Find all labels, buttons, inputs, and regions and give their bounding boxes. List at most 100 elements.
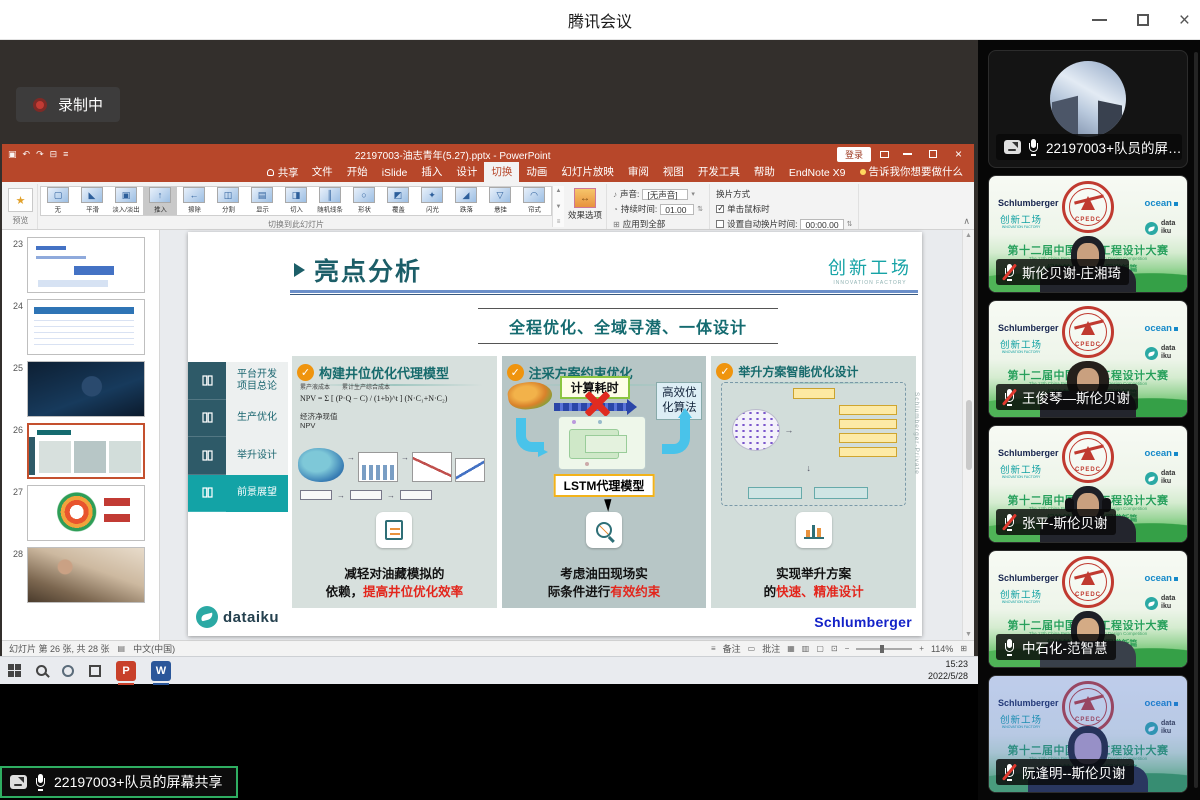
slide-thumbnail[interactable]: 28 bbox=[2, 544, 159, 606]
participant-tile[interactable]: Schlumberger 创新工场INNOVATION FACTORY CPED… bbox=[988, 550, 1188, 668]
thumbnail-preview[interactable] bbox=[27, 299, 145, 355]
screen-share-banner[interactable]: 22197003+队员的屏幕共享 bbox=[0, 766, 238, 798]
participant-tile[interactable]: Schlumberger 创新工场INNOVATION FACTORY CPED… bbox=[988, 675, 1188, 793]
thumbnail-preview[interactable] bbox=[27, 237, 145, 293]
zoom-out-icon[interactable]: − bbox=[845, 644, 850, 653]
thumbnail-preview[interactable] bbox=[27, 547, 145, 603]
ppt-close-icon[interactable] bbox=[949, 147, 968, 161]
comments-toggle[interactable]: 批注 bbox=[762, 642, 780, 655]
slide-scrollbar[interactable]: ▲▼ bbox=[962, 230, 974, 640]
word-taskbar-icon[interactable]: W bbox=[151, 661, 171, 681]
language-indicator[interactable]: 中文(中国) bbox=[133, 642, 175, 655]
transition-option[interactable]: ○ 形状 bbox=[347, 187, 381, 215]
ribbon-tab[interactable]: 视图 bbox=[656, 162, 691, 182]
transition-option[interactable]: ║ 随机线条 bbox=[313, 187, 347, 215]
quick-access-toolbar[interactable]: ▣ ↶ ↷ ⊟ ≡ bbox=[8, 149, 68, 160]
taskbar-search-icon[interactable] bbox=[36, 665, 47, 676]
transition-option[interactable]: ◩ 覆盖 bbox=[381, 187, 415, 215]
slide-thumbnail[interactable]: 27 bbox=[2, 482, 159, 544]
maximize-icon[interactable] bbox=[1137, 14, 1149, 26]
transition-option[interactable]: ↑ 推入 bbox=[143, 187, 177, 215]
current-slide[interactable]: 平台开发项目总论 生产优化 bbox=[188, 232, 922, 636]
effect-options-label[interactable]: 效果选项 bbox=[568, 209, 602, 221]
qat-icon[interactable]: ▣ bbox=[8, 149, 17, 160]
ribbon-tab[interactable]: 设计 bbox=[449, 162, 484, 182]
collapse-ribbon-icon[interactable] bbox=[963, 216, 970, 227]
thumbnail-preview[interactable] bbox=[27, 361, 145, 417]
sound-select[interactable]: [无声音] bbox=[642, 189, 688, 200]
proofing-icon[interactable]: ▤ bbox=[118, 644, 126, 653]
participant-tile[interactable]: Schlumberger 创新工场INNOVATION FACTORY CPED… bbox=[988, 300, 1188, 418]
qat-icon[interactable]: ↷ bbox=[36, 149, 44, 160]
ppt-share-button[interactable]: 共享 bbox=[261, 163, 305, 182]
close-icon[interactable] bbox=[1179, 11, 1190, 30]
duration-input[interactable]: 01.00 bbox=[660, 204, 694, 215]
gallery-scrollbar[interactable]: ▲▼≡ bbox=[552, 186, 564, 227]
ribbon-tab[interactable]: 文件 bbox=[305, 162, 340, 182]
ribbon-display-icon[interactable] bbox=[880, 151, 889, 158]
slideshow-icon[interactable]: ⊡ bbox=[831, 644, 838, 653]
powerpoint-taskbar-icon[interactable]: P bbox=[116, 661, 136, 681]
slide-thumbnail[interactable]: 26 bbox=[2, 420, 159, 482]
reading-view-icon[interactable]: ▢ bbox=[816, 644, 824, 653]
ribbon-tab[interactable]: 幻灯片放映 bbox=[554, 162, 621, 182]
transition-option[interactable]: ▣ 淡入/淡出 bbox=[109, 187, 143, 215]
qat-icon[interactable]: ⊟ bbox=[50, 149, 58, 160]
transition-option[interactable]: ◣ 平滑 bbox=[75, 187, 109, 215]
qat-icon[interactable]: ↶ bbox=[23, 149, 31, 160]
transition-option[interactable]: ▤ 显示 bbox=[245, 187, 279, 215]
ppt-minimize-icon[interactable] bbox=[903, 153, 912, 155]
participant-tile[interactable]: Schlumberger 创新工场INNOVATION FACTORY CPED… bbox=[988, 175, 1188, 293]
spinner-icon[interactable]: ⇅ bbox=[847, 220, 853, 228]
transition-option[interactable]: ◠ 帘式 bbox=[517, 187, 551, 215]
slide-nav-item[interactable]: 生产优化 bbox=[188, 400, 288, 438]
ppt-login-button[interactable]: 登录 bbox=[837, 147, 871, 162]
slide-thumbnail[interactable]: 24 bbox=[2, 296, 159, 358]
ppt-maximize-icon[interactable] bbox=[929, 150, 937, 158]
participant-tile[interactable]: Schlumberger 创新工场INNOVATION FACTORY CPED… bbox=[988, 50, 1188, 168]
zoom-level[interactable]: 114% bbox=[931, 644, 953, 654]
ribbon-tab[interactable]: 帮助 bbox=[747, 162, 782, 182]
slide-thumbnail[interactable]: 25 bbox=[2, 358, 159, 420]
auto-advance-checkbox[interactable] bbox=[716, 220, 724, 228]
participant-tile[interactable]: Schlumberger 创新工场INNOVATION FACTORY CPED… bbox=[988, 425, 1188, 543]
ribbon-tab[interactable]: 审阅 bbox=[621, 162, 656, 182]
ribbon-tab[interactable]: 开发工具 bbox=[691, 162, 747, 182]
fit-slide-icon[interactable]: ⊞ bbox=[960, 644, 967, 653]
ribbon-tab[interactable]: 插入 bbox=[414, 162, 449, 182]
cortana-icon[interactable] bbox=[62, 665, 74, 677]
ribbon-tab[interactable]: 告诉我你想要做什么 bbox=[853, 162, 971, 182]
transition-option[interactable]: ◢ 跌落 bbox=[449, 187, 483, 215]
dropdown-icon[interactable]: ▾ bbox=[691, 190, 695, 198]
sorter-view-icon[interactable]: ▥ bbox=[802, 644, 810, 653]
transition-option[interactable]: ◨ 切入 bbox=[279, 187, 313, 215]
slide-nav-item[interactable]: 前景展望 bbox=[188, 475, 288, 513]
normal-view-icon[interactable]: ▦ bbox=[787, 644, 795, 653]
ribbon-tab[interactable]: iSlide bbox=[375, 165, 415, 182]
ribbon-tab[interactable]: 开始 bbox=[340, 162, 375, 182]
auto-advance-input[interactable]: 00:00.00 bbox=[800, 219, 843, 230]
preview-icon[interactable] bbox=[8, 188, 33, 212]
ribbon-tab[interactable]: EndNote X9 bbox=[782, 165, 853, 182]
thumbnail-preview[interactable] bbox=[27, 485, 145, 541]
qat-icon[interactable]: ≡ bbox=[63, 149, 68, 160]
zoom-slider[interactable] bbox=[856, 648, 912, 650]
transition-option[interactable]: ▽ 悬挂 bbox=[483, 187, 517, 215]
apply-all-button[interactable]: 应用到全部 bbox=[623, 218, 666, 230]
on-click-checkbox[interactable] bbox=[716, 205, 724, 213]
minimize-icon[interactable] bbox=[1092, 19, 1107, 21]
slide-thumbnail[interactable]: 23 bbox=[2, 234, 159, 296]
task-view-icon[interactable] bbox=[89, 665, 101, 677]
transition-option[interactable]: ▢ 无 bbox=[41, 187, 75, 215]
transition-option[interactable]: ✦ 闪光 bbox=[415, 187, 449, 215]
start-button-icon[interactable] bbox=[8, 664, 21, 677]
transition-option[interactable]: ← 擦除 bbox=[177, 187, 211, 215]
spinner-icon[interactable]: ⇅ bbox=[697, 205, 703, 213]
zoom-in-icon[interactable]: + bbox=[919, 644, 924, 653]
notes-toggle[interactable]: 备注 bbox=[723, 642, 741, 655]
thumbnail-preview[interactable] bbox=[27, 423, 145, 479]
taskbar-clock[interactable]: 15:23 2022/5/28 bbox=[928, 659, 970, 682]
ribbon-tab[interactable]: 切换 bbox=[484, 162, 519, 182]
recording-indicator[interactable]: 录制中 bbox=[16, 87, 120, 122]
ribbon-tab[interactable]: 动画 bbox=[519, 162, 554, 182]
